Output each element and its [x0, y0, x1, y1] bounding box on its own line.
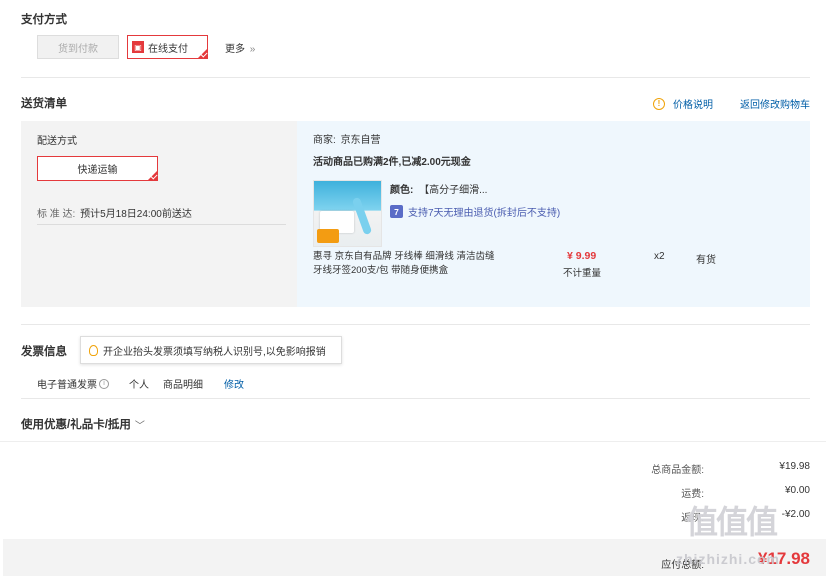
warning-circle-icon: ! — [653, 97, 665, 110]
watermark-site: zhizhizhi.com — [676, 551, 780, 567]
shipping-fee-value: ¥0.00 — [784, 485, 810, 496]
merchant-label: 商家: — [313, 135, 336, 146]
product-price: ¥ 9.99 — [567, 250, 597, 262]
price-note-label: 价格说明 — [673, 100, 713, 111]
invoice-tip-text: 开企业抬头发票须填写纳税人识别号,以免影响报销 — [103, 346, 326, 358]
double-chevron-right-icon: » — [249, 44, 256, 55]
payment-section-title: 支付方式 — [21, 14, 67, 26]
invoice-tip: 开企业抬头发票须填写纳税人识别号,以免影响报销 — [80, 336, 342, 364]
product-box-image — [317, 229, 339, 243]
page-divider — [0, 441, 826, 442]
product-floss-image — [351, 196, 373, 236]
watermark-logo: 值值值 — [686, 504, 778, 540]
product-name-line1: 惠寻 京东自有品牌 牙线棒 细滑线 清洁齿缝 — [313, 251, 495, 262]
invoice-content: 商品明细 — [163, 380, 203, 391]
return-policy-text: 支持7天无理由退货(拆封后不支持) — [408, 208, 561, 219]
more-payment-link[interactable]: 更多 » — [225, 40, 255, 55]
standard-delivery-label: 标 准 达: — [37, 209, 76, 220]
jd-pay-icon: ▣ — [132, 41, 144, 53]
product-stock: 有货 — [696, 255, 716, 266]
online-payment-label: 在线支付 — [148, 43, 188, 55]
promo-text: 活动商品已购满2件,已减2.00元现金 — [313, 157, 471, 168]
divider — [21, 324, 810, 325]
lightbulb-icon — [89, 344, 98, 356]
merchant-info: 商家: 京东自营 — [313, 131, 381, 146]
standard-delivery-value: 预计5月18日24:00前送达 — [80, 209, 192, 220]
delivery-list-title: 送货清单 — [21, 98, 67, 110]
cod-payment-button[interactable]: 货到付款 — [37, 35, 119, 59]
selected-check-icon — [148, 171, 157, 180]
invoice-section-title: 发票信息 — [21, 346, 67, 358]
product-weight-note: 不计重量 — [563, 268, 602, 279]
divider — [21, 398, 810, 399]
standard-delivery-info: 标 准 达: 预计5月18日24:00前送达 — [37, 205, 192, 220]
back-to-cart-link[interactable]: 返回修改购物车 — [740, 96, 810, 111]
price-note-link[interactable]: ! 价格说明 — [653, 96, 713, 111]
shipping-title: 配送方式 — [37, 136, 77, 147]
info-circle-icon[interactable]: i — [99, 378, 109, 389]
express-shipping-label: 快递运输 — [77, 165, 118, 176]
modify-invoice-link[interactable]: 修改 — [224, 376, 244, 391]
return-policy: 7 支持7天无理由退货(拆封后不支持) — [390, 204, 560, 219]
product-name[interactable]: 惠寻 京东自有品牌 牙线棒 细滑线 清洁齿缝 牙线牙签200支/包 带随身便携盒 — [313, 250, 495, 278]
invoice-holder: 个人 — [129, 380, 149, 391]
product-color-value: 【高分子细滑... — [419, 185, 488, 196]
chevron-down-icon: ﹀ — [134, 420, 145, 432]
product-color-label: 颜色: — [390, 185, 414, 196]
total-goods-value: ¥19.98 — [779, 461, 810, 472]
selected-check-icon — [198, 49, 207, 58]
product-name-line2: 牙线牙签200支/包 带随身便携盒 — [313, 265, 449, 276]
seven-day-return-icon: 7 — [390, 205, 403, 218]
product-quantity: x2 — [654, 251, 665, 262]
product-thumbnail[interactable] — [313, 180, 382, 247]
merchant-name: 京东自营 — [340, 135, 381, 146]
online-payment-button[interactable]: ▣ 在线支付 — [127, 35, 208, 59]
total-goods-label: 总商品金额: — [651, 465, 704, 476]
product-color: 颜色: 【高分子细滑... — [390, 181, 487, 196]
coupons-title: 使用优惠/礼品卡/抵用 — [21, 419, 131, 431]
more-payment-label: 更多 — [225, 44, 245, 55]
divider — [37, 224, 286, 225]
coupons-toggle[interactable]: 使用优惠/礼品卡/抵用 ﹀ — [21, 416, 145, 432]
divider — [21, 77, 810, 78]
express-shipping-button[interactable]: 快递运输 — [37, 156, 158, 181]
invoice-type-label: 电子普通发票 — [37, 380, 97, 391]
invoice-type: 电子普通发票 i — [37, 376, 109, 391]
